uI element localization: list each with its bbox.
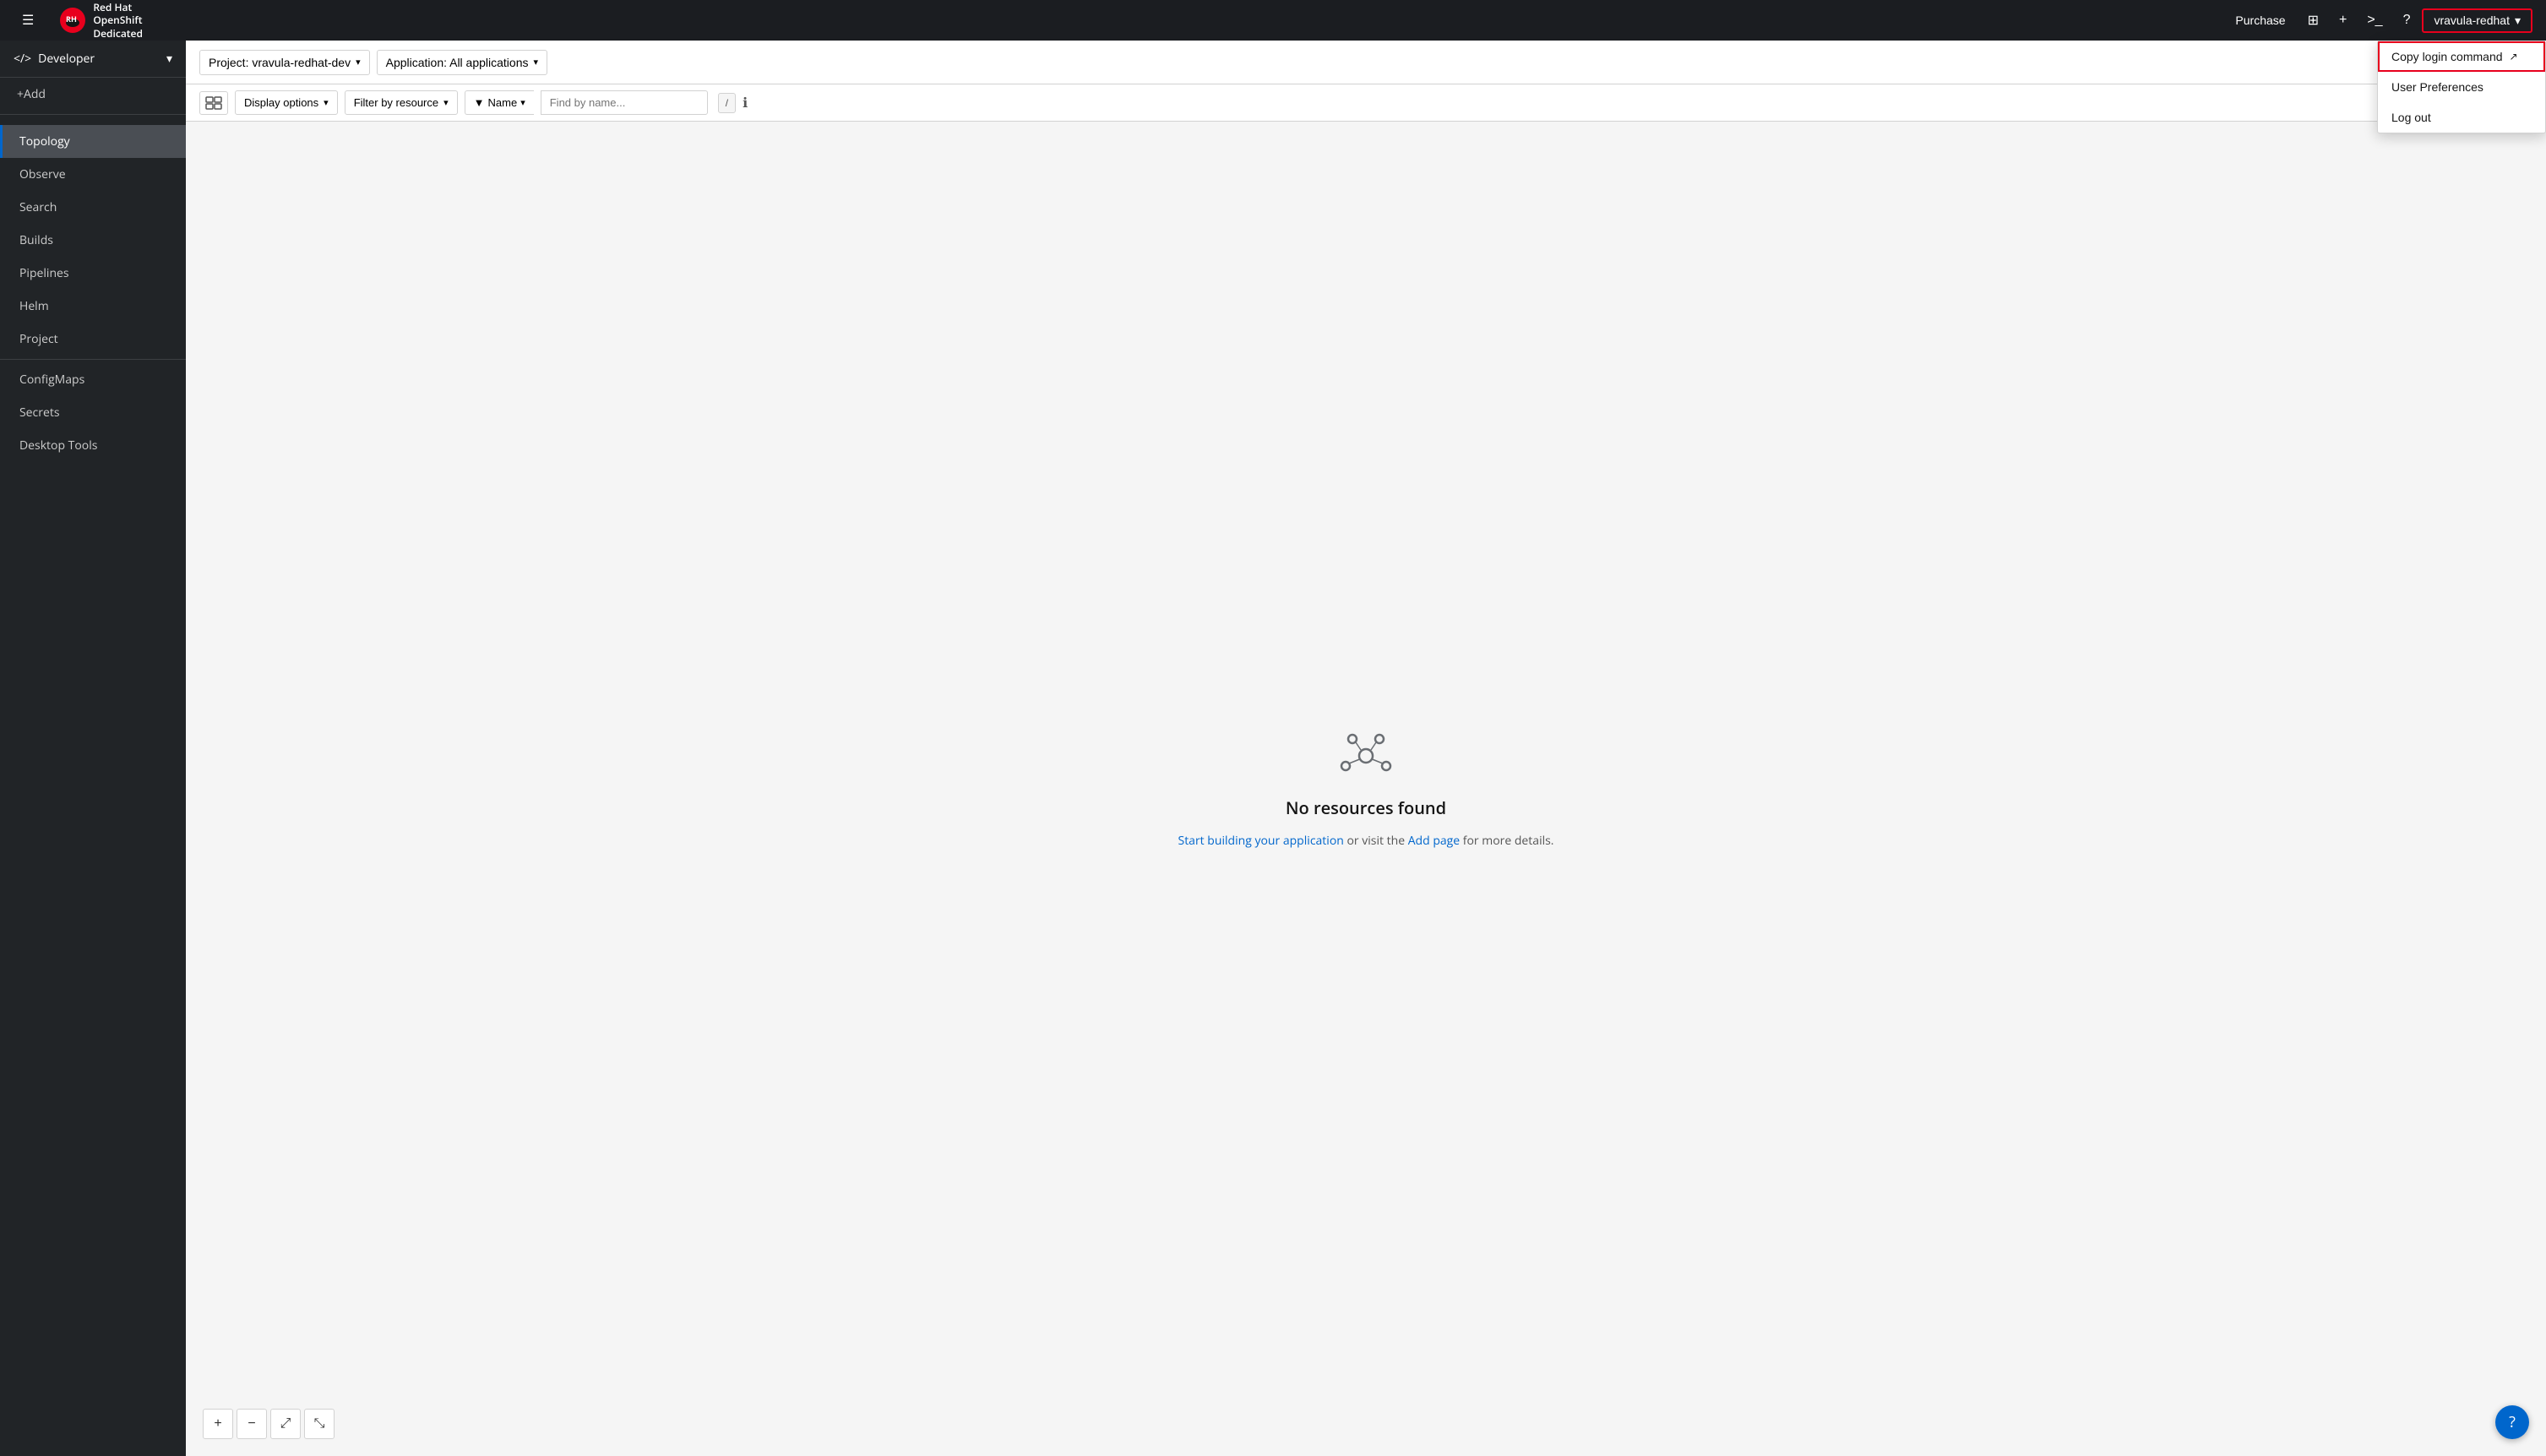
slash-shortcut-button[interactable]: /	[718, 93, 736, 113]
user-chevron-icon: ▾	[2515, 14, 2521, 28]
main-content: Project: vravula-redhat-dev ▾ Applicatio…	[186, 41, 2546, 1456]
display-options-button[interactable]: Display options ▾	[235, 90, 338, 115]
role-chevron-icon: ▾	[166, 51, 172, 67]
project-chevron-icon: ▾	[356, 57, 361, 68]
user-menu-button[interactable]: vravula-redhat ▾	[2422, 8, 2532, 33]
filter-icon: ▼	[474, 96, 485, 109]
list-view-icon	[205, 95, 222, 111]
filter-resource-chevron-icon: ▾	[443, 97, 449, 108]
filter-resource-label: Filter by resource	[354, 96, 438, 109]
fit-to-screen-button[interactable]: ⤢	[270, 1409, 301, 1439]
navbar: ☰ RH Red Hat OpenShift Dedicated Purchas…	[0, 0, 2546, 41]
filter-name-label: Name	[488, 96, 518, 109]
zoom-out-button[interactable]: −	[237, 1409, 267, 1439]
user-preferences-button[interactable]: User Preferences	[2378, 72, 2545, 102]
sidebar-item-secrets[interactable]: Secrets	[0, 396, 186, 429]
filter-toolbar: Display options ▾ Filter by resource ▾ ▼…	[186, 84, 2546, 122]
empty-state: No resources found Start building your a…	[1178, 729, 1554, 849]
filter-by-resource-button[interactable]: Filter by resource ▾	[345, 90, 458, 115]
role-selector[interactable]: </> Developer ▾	[0, 41, 186, 78]
sidebar-item-topology[interactable]: Topology	[0, 125, 186, 158]
search-label: Search	[19, 199, 57, 215]
add-button[interactable]: +Add	[0, 78, 186, 111]
start-building-link[interactable]: Start building your application	[1178, 833, 1344, 849]
app-layout: </> Developer ▾ +Add Topology Observe Se…	[0, 41, 2546, 1456]
configmaps-label: ConfigMaps	[19, 372, 84, 388]
grid-button[interactable]: ⊞	[2299, 7, 2327, 34]
sidebar-divider	[0, 114, 186, 115]
sidebar-item-search[interactable]: Search	[0, 191, 186, 224]
project-selector[interactable]: Project: vravula-redhat-dev ▾	[199, 50, 370, 75]
helm-label: Helm	[19, 298, 49, 314]
sidebar-item-configmaps[interactable]: ConfigMaps	[0, 363, 186, 396]
svg-text:RH: RH	[66, 14, 77, 24]
terminal-button[interactable]: >_	[2358, 8, 2391, 33]
project-label: Project: vravula-redhat-dev	[209, 56, 351, 69]
main-toolbar: Project: vravula-redhat-dev ▾ Applicatio…	[186, 41, 2546, 84]
empty-state-description: Start building your application or visit…	[1178, 833, 1554, 849]
add-page-link[interactable]: Add page	[1408, 833, 1460, 849]
user-label: vravula-redhat	[2434, 14, 2510, 27]
observe-label: Observe	[19, 166, 66, 182]
sidebar-divider-2	[0, 359, 186, 360]
secrets-label: Secrets	[19, 405, 60, 421]
topology-label: Topology	[19, 133, 70, 149]
find-by-name-input[interactable]	[541, 90, 708, 115]
brand-text: Red Hat OpenShift Dedicated	[93, 1, 143, 41]
topology-view: No resources found Start building your a…	[186, 122, 2546, 1456]
no-resources-icon	[1339, 729, 1393, 783]
hamburger-menu-button[interactable]: ☰	[14, 7, 42, 34]
sidebar-item-observe[interactable]: Observe	[0, 158, 186, 191]
display-options-label: Display options	[244, 96, 318, 109]
role-label: Developer	[38, 51, 95, 67]
desktop-tools-label: Desktop Tools	[19, 437, 97, 454]
code-icon: </>	[14, 51, 31, 67]
redhat-logo-icon: RH	[59, 7, 86, 34]
sidebar-nav: Topology Observe Search Builds Pipelines…	[0, 118, 186, 469]
add-label: +Add	[17, 86, 46, 102]
help-navbar-button[interactable]: ?	[2395, 8, 2419, 33]
copy-login-label: Copy login command	[2391, 50, 2503, 63]
purchase-button[interactable]: Purchase	[2225, 8, 2295, 32]
pipelines-label: Pipelines	[19, 265, 69, 281]
zoom-in-button[interactable]: +	[203, 1409, 233, 1439]
plus-button[interactable]: +	[2331, 8, 2355, 33]
filter-type-selector[interactable]: ▼ Name ▾	[465, 90, 534, 115]
expand-button[interactable]: ⤡	[304, 1409, 335, 1439]
app-label: Application: All applications	[386, 56, 529, 69]
zoom-controls: + − ⤢ ⤡	[203, 1409, 335, 1439]
filter-name-chevron-icon: ▾	[520, 97, 525, 108]
app-chevron-icon: ▾	[534, 57, 539, 68]
sidebar-item-helm[interactable]: Helm	[0, 290, 186, 323]
sidebar-item-project[interactable]: Project	[0, 323, 186, 356]
view-type-toggle-button[interactable]	[199, 91, 228, 115]
filter-info-button[interactable]: ℹ	[743, 95, 748, 111]
project-label: Project	[19, 331, 58, 347]
sidebar-item-pipelines[interactable]: Pipelines	[0, 257, 186, 290]
navbar-actions: Purchase ⊞ + >_ ? vravula-redhat ▾	[2225, 7, 2532, 34]
help-fab-button[interactable]: ?	[2495, 1405, 2529, 1439]
external-link-icon: ↗	[2510, 51, 2518, 62]
logout-button[interactable]: Log out	[2378, 102, 2545, 133]
empty-state-title: No resources found	[1286, 796, 1446, 819]
copy-login-command-button[interactable]: Copy login command ↗	[2378, 41, 2545, 72]
application-selector[interactable]: Application: All applications ▾	[377, 50, 547, 75]
user-dropdown-menu: Copy login command ↗ User Preferences Lo…	[2377, 41, 2546, 133]
sidebar-item-builds[interactable]: Builds	[0, 224, 186, 257]
display-options-chevron-icon: ▾	[324, 97, 329, 108]
sidebar-item-desktop-tools[interactable]: Desktop Tools	[0, 429, 186, 462]
brand-logo: RH Red Hat OpenShift Dedicated	[59, 1, 143, 41]
sidebar: </> Developer ▾ +Add Topology Observe Se…	[0, 41, 186, 1456]
builds-label: Builds	[19, 232, 53, 248]
